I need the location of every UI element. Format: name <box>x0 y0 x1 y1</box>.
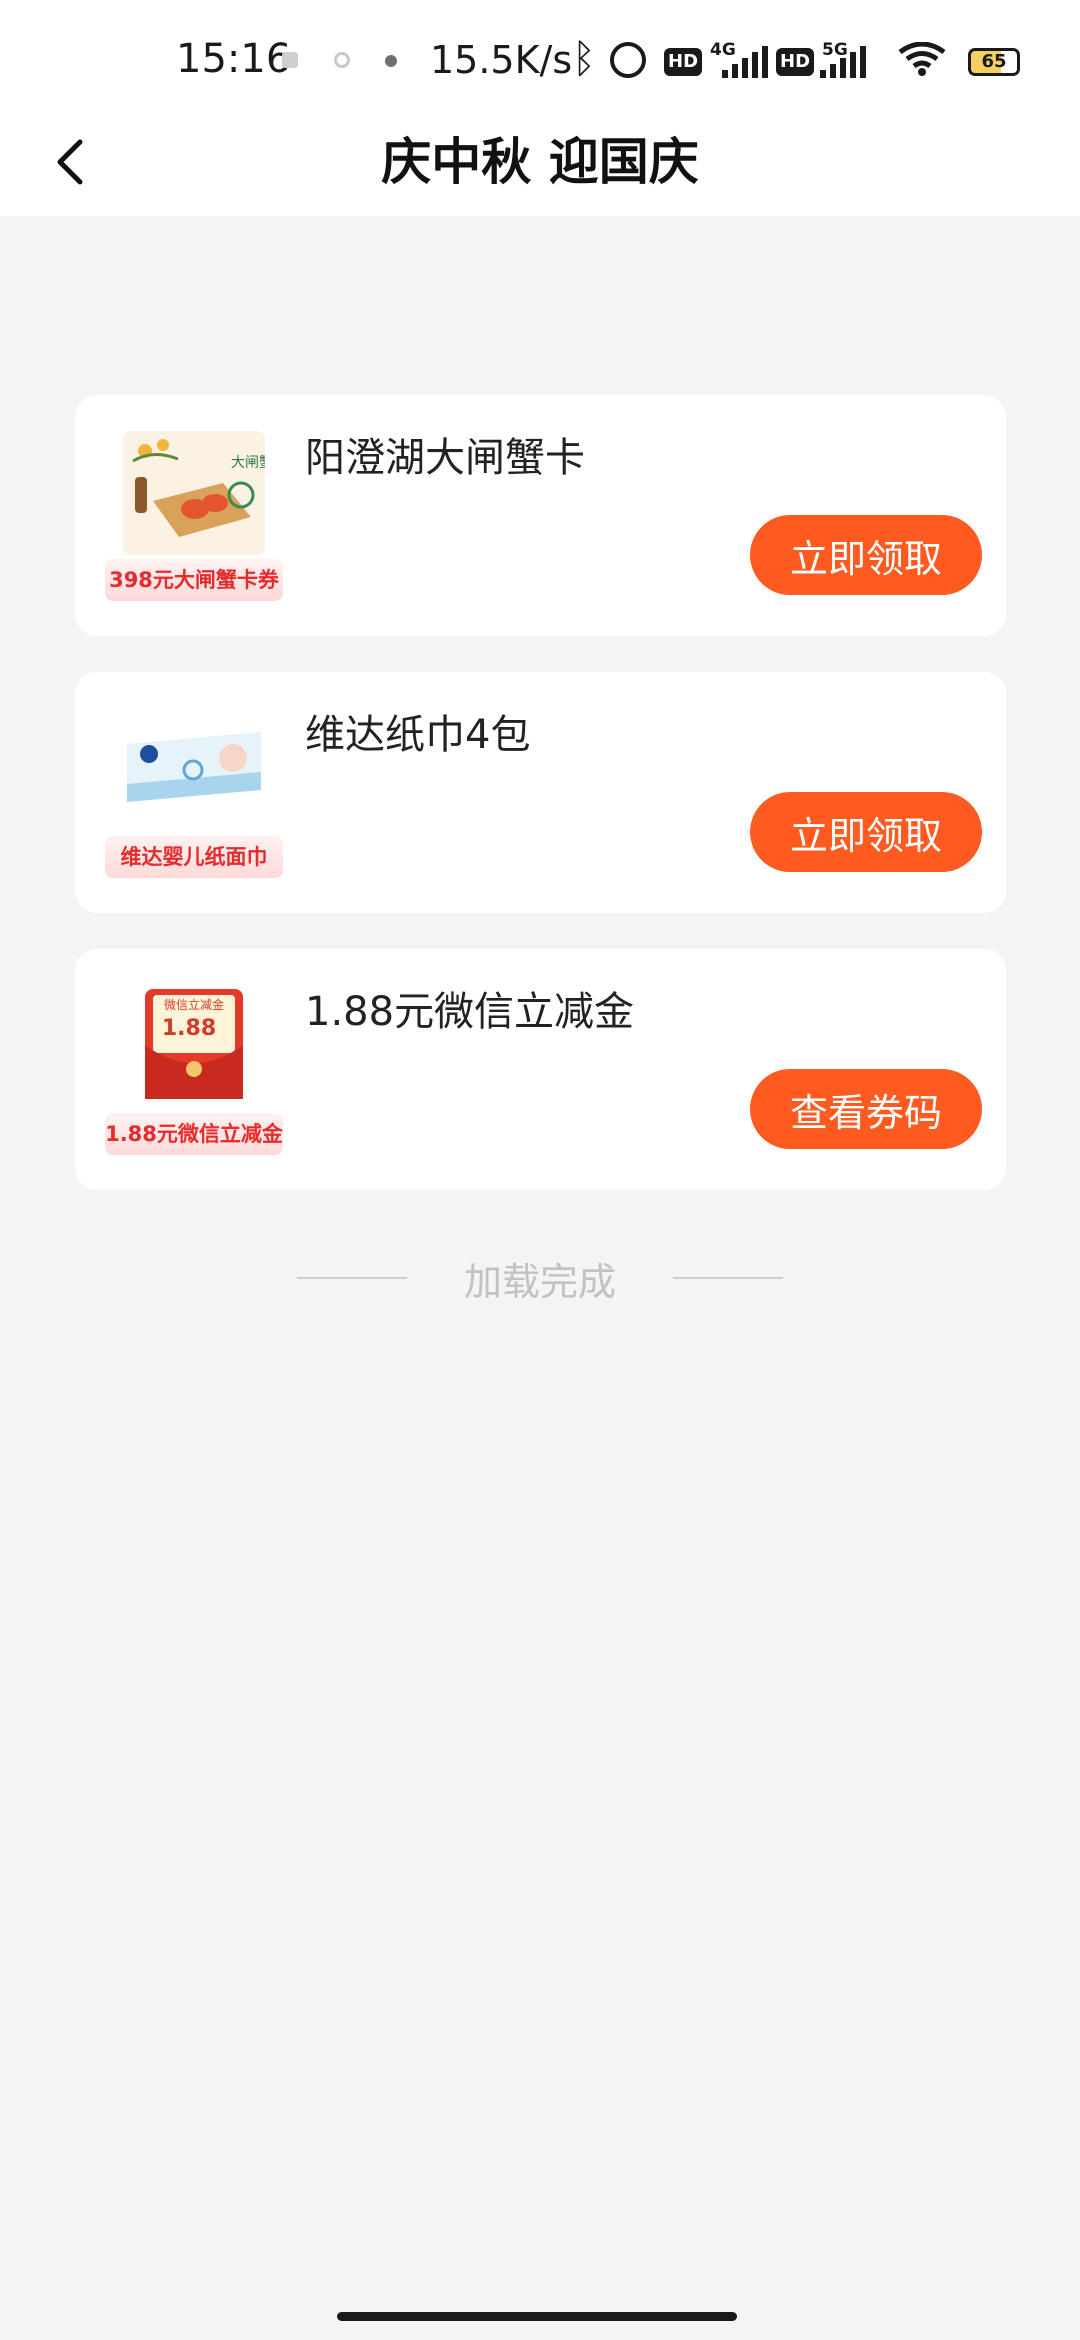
claim-now-button[interactable]: 立即领取 <box>750 515 982 595</box>
home-indicator[interactable] <box>337 2312 737 2321</box>
wifi-icon <box>898 42 946 76</box>
sync-icon <box>334 52 350 68</box>
coupon-thumbnail: 维达婴儿纸面巾 <box>105 708 283 878</box>
more-notifications-icon <box>385 55 397 67</box>
svg-text:大闸蟹: 大闸蟹 <box>231 455 265 471</box>
coupon-thumbnail: 大闸蟹 398元大闸蟹卡券 <box>105 431 283 601</box>
sim2-signal-icon <box>820 46 866 78</box>
nav-bar: 庆中秋 迎国庆 <box>0 108 1080 216</box>
hd-icon: HD <box>664 48 703 76</box>
battery-icon: 65 <box>968 48 1020 76</box>
end-text: 加载完成 <box>463 1260 616 1304</box>
crab-card-image: 大闸蟹 <box>123 431 265 555</box>
coupon-tag: 398元大闸蟹卡券 <box>105 559 283 601</box>
status-time: 15:16 <box>176 36 292 82</box>
red-envelope-image: 微信立减金 1.88 <box>123 985 265 1109</box>
coupon-name: 维达纸巾4包 <box>305 712 531 758</box>
coupon-card-wechat: 微信立减金 1.88 1.88元微信立减金 1.88元微信立减金 查看券码 <box>75 949 1006 1190</box>
view-code-button[interactable]: 查看券码 <box>750 1069 982 1149</box>
list-end-indicator: 加载完成 <box>0 1245 1080 1305</box>
divider-right <box>673 1277 783 1279</box>
sim1-signal-icon <box>722 46 768 78</box>
page-title: 庆中秋 迎国庆 <box>381 133 699 191</box>
status-bar: 15:16 15.5K/s ᛒ HD 4G HD 5G 65 <box>0 0 1080 108</box>
alarm-icon <box>610 42 646 78</box>
coupon-card-crab: 大闸蟹 398元大闸蟹卡券 阳澄湖大闸蟹卡 立即领取 <box>75 395 1006 636</box>
network-speed: 15.5K/s <box>430 38 573 82</box>
coupon-name: 阳澄湖大闸蟹卡 <box>305 435 585 481</box>
claim-now-button[interactable]: 立即领取 <box>750 792 982 872</box>
notification-icon <box>282 52 298 68</box>
tissue-pack-image <box>123 708 265 832</box>
svg-text:1.88: 1.88 <box>162 1016 216 1041</box>
coupon-card-tissue: 维达婴儿纸面巾 维达纸巾4包 立即领取 <box>75 672 1006 913</box>
svg-text:微信立减金: 微信立减金 <box>164 997 224 1012</box>
coupon-name: 1.88元微信立减金 <box>305 989 635 1035</box>
bluetooth-icon: ᛒ <box>572 36 596 82</box>
coupon-thumbnail: 微信立减金 1.88 1.88元微信立减金 <box>105 985 283 1155</box>
coupon-list: 大闸蟹 398元大闸蟹卡券 阳澄湖大闸蟹卡 立即领取 维达婴儿纸面巾 维达纸巾4 <box>75 395 1006 1226</box>
hd-icon-2: HD <box>776 48 815 76</box>
coupon-tag: 1.88元微信立减金 <box>105 1113 283 1155</box>
coupon-tag: 维达婴儿纸面巾 <box>105 836 283 878</box>
